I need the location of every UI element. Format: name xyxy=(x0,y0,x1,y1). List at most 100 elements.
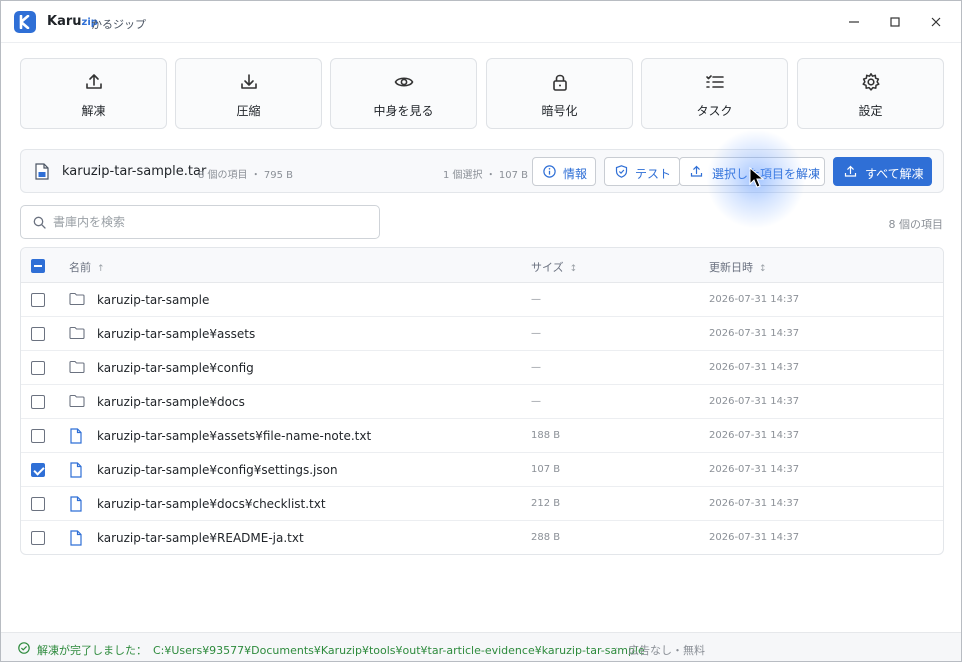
app-subtitle: かるジップ xyxy=(91,18,146,31)
file-name: karuzip-tar-sample¥assets¥file-name-note… xyxy=(97,429,372,443)
app-window: Karuzip かるジップ 解凍 圧縮 中身を見る 暗号化 タスク 設定 kar… xyxy=(0,0,962,662)
table-row[interactable]: karuzip-tar-sample — 2026-07-31 14:37 xyxy=(21,283,943,317)
table-row[interactable]: karuzip-tar-sample¥config — 2026-07-31 14:… xyxy=(21,351,943,385)
file-name: karuzip-tar-sample¥README-ja.txt xyxy=(97,531,304,545)
file-name: karuzip-tar-sample¥docs¥checklist.txt xyxy=(97,497,326,511)
gear-icon xyxy=(862,73,880,91)
file-modified-date: 2026-07-31 14:37 xyxy=(709,464,800,475)
shield-check-icon xyxy=(615,165,628,178)
sort-ascending-icon: ↑ xyxy=(97,264,105,274)
file-size: 288 B xyxy=(531,532,561,543)
encrypt-button[interactable]: 暗号化 xyxy=(486,58,633,129)
status-bar: 解凍が完了しました： C:¥Users¥93577¥Documents¥Karuz… xyxy=(1,632,961,661)
row-checkbox[interactable] xyxy=(31,429,45,443)
table-header: 名前 ↑ サイズ ↕ 更新日時 ↕ xyxy=(21,248,943,283)
row-checkbox[interactable] xyxy=(31,497,45,511)
folder-icon xyxy=(69,394,85,412)
mouse-cursor-icon xyxy=(749,167,765,188)
file-size: — xyxy=(531,396,541,407)
tasks-button[interactable]: タスク xyxy=(641,58,788,129)
file-table: 名前 ↑ サイズ ↕ 更新日時 ↕ karuzip-tar-sample — 2026-0… xyxy=(20,247,944,555)
maximize-icon xyxy=(890,17,900,27)
extract-all-label: すべて解凍 xyxy=(865,167,924,181)
extract-button[interactable]: 解凍 xyxy=(20,58,167,129)
search-input[interactable] xyxy=(53,212,363,232)
folder-icon xyxy=(69,360,85,378)
lock-icon xyxy=(553,74,567,91)
selection-info: 1 個選択 ・ 107 B xyxy=(443,170,529,181)
file-size: — xyxy=(531,362,541,373)
file-size: 188 B xyxy=(531,430,561,441)
folder-icon xyxy=(69,326,85,344)
row-checkbox[interactable] xyxy=(31,293,45,307)
minimize-icon xyxy=(849,21,859,23)
archive-info-bar: karuzip-tar-sample.tar 8 個の項目 ・ 795 B 1 … xyxy=(20,149,944,193)
main-toolbar: 解凍 圧縮 中身を見る 暗号化 タスク 設定 xyxy=(20,58,944,129)
extract-all-button[interactable]: すべて解凍 xyxy=(833,157,932,186)
file-name: karuzip-tar-sample¥config¥settings.json xyxy=(97,463,338,477)
row-checkbox[interactable] xyxy=(31,531,45,545)
test-button[interactable]: テスト xyxy=(604,157,680,186)
app-logo-icon xyxy=(14,11,36,33)
file-modified-date: 2026-07-31 14:37 xyxy=(709,294,800,305)
row-checkbox[interactable] xyxy=(31,327,45,341)
search-icon xyxy=(33,216,46,229)
upload-icon xyxy=(86,74,102,89)
file-modified-date: 2026-07-31 14:37 xyxy=(709,498,800,509)
status-message: 解凍が完了しました： C:¥Users¥93577¥Documents¥Karuz… xyxy=(37,644,645,657)
column-header-name[interactable]: 名前 ↑ xyxy=(69,259,105,275)
file-name: karuzip-tar-sample¥assets xyxy=(97,327,256,341)
table-row[interactable]: karuzip-tar-sample¥docs¥checklist.txt 212… xyxy=(21,487,943,521)
download-icon xyxy=(241,74,257,89)
select-all-checkbox[interactable] xyxy=(31,259,45,273)
file-size: — xyxy=(531,328,541,339)
file-icon xyxy=(69,496,83,516)
eye-icon xyxy=(394,77,414,87)
file-name: karuzip-tar-sample¥config xyxy=(97,361,254,375)
table-row[interactable]: karuzip-tar-sample¥config¥settings.json 1… xyxy=(21,453,943,487)
compress-button[interactable]: 圧縮 xyxy=(175,58,322,129)
file-modified-date: 2026-07-31 14:37 xyxy=(709,328,800,339)
column-header-date[interactable]: 更新日時 ↕ xyxy=(709,259,767,275)
file-name: karuzip-tar-sample¥docs xyxy=(97,395,245,409)
status-separator: · xyxy=(615,642,619,655)
search-box[interactable] xyxy=(20,205,380,239)
table-row[interactable]: karuzip-tar-sample¥README-ja.txt 288 B 202… xyxy=(21,521,943,554)
minimize-button[interactable] xyxy=(841,9,867,35)
info-button[interactable]: 情報 xyxy=(532,157,596,186)
file-modified-date: 2026-07-31 14:37 xyxy=(709,430,800,441)
table-row[interactable]: karuzip-tar-sample¥assets — 2026-07-31 14:… xyxy=(21,317,943,351)
archive-meta: 8 個の項目 ・ 795 B xyxy=(198,170,294,181)
file-size: 212 B xyxy=(531,498,561,509)
settings-button[interactable]: 設定 xyxy=(797,58,944,129)
title-bar: Karuzip かるジップ xyxy=(1,1,961,43)
check-circle-icon xyxy=(18,642,30,654)
list-icon xyxy=(706,75,724,88)
close-button[interactable] xyxy=(923,9,949,35)
test-label: テスト xyxy=(635,167,672,181)
extract-label: 解凍 xyxy=(81,104,106,118)
upload-icon xyxy=(690,165,703,177)
maximize-button[interactable] xyxy=(882,9,908,35)
file-size: 107 B xyxy=(531,464,561,475)
row-checkbox[interactable] xyxy=(31,395,45,409)
close-icon xyxy=(931,17,941,27)
tasks-label: タスク xyxy=(696,104,733,118)
archive-file-icon xyxy=(35,163,49,180)
row-checkbox[interactable] xyxy=(31,361,45,375)
table-row[interactable]: karuzip-tar-sample¥docs — 2026-07-31 14:37 xyxy=(21,385,943,419)
table-row[interactable]: karuzip-tar-sample¥assets¥file-name-note… xyxy=(21,419,943,453)
view-contents-button[interactable]: 中身を見る xyxy=(330,58,477,129)
archive-name: karuzip-tar-sample.tar xyxy=(62,164,207,179)
file-icon xyxy=(69,530,83,550)
sort-icon: ↕ xyxy=(759,264,767,274)
folder-icon xyxy=(69,292,85,310)
column-header-size[interactable]: サイズ ↕ xyxy=(531,259,577,275)
info-label: 情報 xyxy=(563,167,588,181)
file-icon xyxy=(69,462,83,482)
row-checkbox[interactable] xyxy=(31,463,45,477)
file-icon xyxy=(69,428,83,448)
file-modified-date: 2026-07-31 14:37 xyxy=(709,532,800,543)
file-size: — xyxy=(531,294,541,305)
status-ad-text: 広告なし・無料 xyxy=(628,644,705,657)
